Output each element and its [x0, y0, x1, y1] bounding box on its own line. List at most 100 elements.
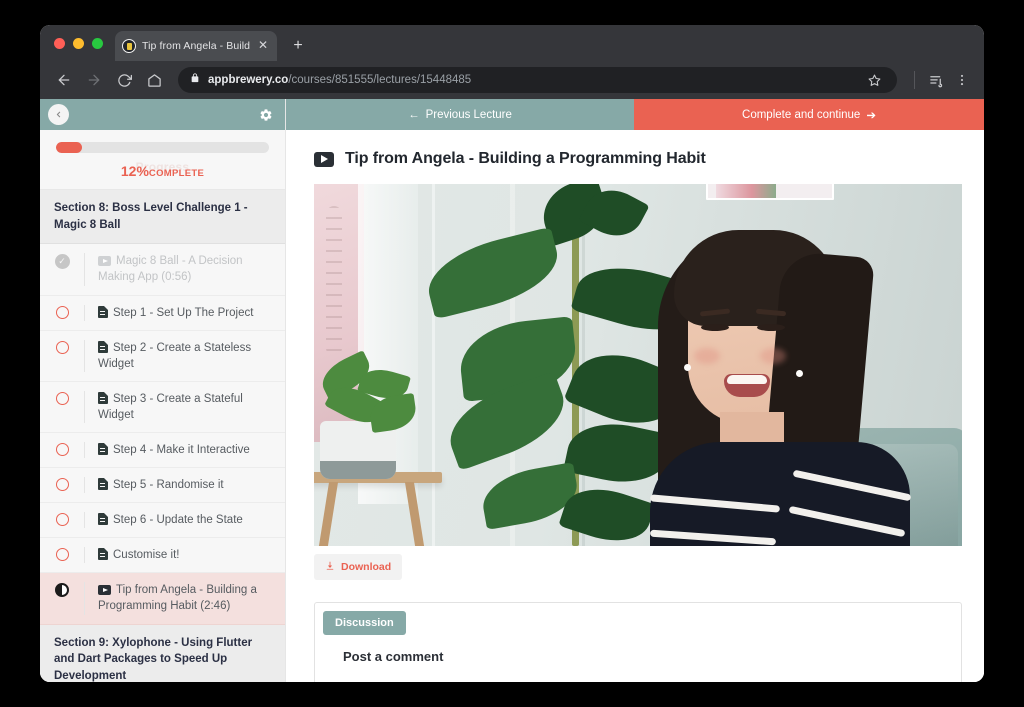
lecture-list-item[interactable]: Step 6 - Update the State	[40, 503, 285, 538]
sidebar-header	[40, 99, 285, 130]
browser-tab-strip: Tip from Angela - Building a Prog ✕ +	[40, 25, 984, 61]
maximize-window-button[interactable]	[92, 38, 103, 49]
close-tab-icon[interactable]: ✕	[256, 39, 270, 53]
lecture-item-body: Customise it!	[84, 547, 275, 563]
progress-label: 12%COMPLETE	[56, 163, 269, 181]
reading-list-icon[interactable]	[924, 68, 948, 92]
lecture-list-item[interactable]: Step 4 - Make it Interactive	[40, 433, 285, 468]
close-window-button[interactable]	[54, 38, 65, 49]
lecture-list[interactable]: Section 8: Boss Level Challenge 1 - Magi…	[40, 190, 285, 682]
download-label: Download	[341, 561, 391, 573]
eye	[757, 324, 785, 331]
lecture-item-body: Tip from Angela - Building a Programming…	[84, 582, 275, 614]
lecture-status[interactable]	[40, 305, 84, 319]
wall-picture-frame	[706, 184, 834, 200]
url-domain: appbrewery.co	[208, 74, 288, 86]
lecture-item-label: Step 5 - Randomise it	[113, 479, 224, 491]
lecture-status[interactable]: ✓	[40, 253, 84, 269]
progress-percent: 12%	[121, 163, 149, 179]
lecture-item-label: Step 6 - Update the State	[113, 514, 243, 526]
lecture-list-item[interactable]: Customise it!	[40, 538, 285, 573]
sweater-stripe	[650, 530, 776, 546]
back-button[interactable]	[50, 66, 78, 94]
mouth	[724, 374, 770, 397]
lecture-nav-bar: ← Previous Lecture Complete and continue…	[286, 99, 984, 130]
lecture-list-item[interactable]: Step 1 - Set Up The Project	[40, 296, 285, 331]
eye	[701, 324, 729, 331]
lecture-list-item[interactable]: ✓Magic 8 Ball - A Decision Making App (0…	[40, 244, 285, 295]
browser-tab[interactable]: Tip from Angela - Building a Prog ✕	[115, 31, 277, 61]
home-button[interactable]	[140, 66, 168, 94]
doc-icon	[98, 548, 108, 560]
address-bar[interactable]: appbrewery.co/courses/851555/lectures/15…	[178, 67, 897, 93]
lecture-main: ← Previous Lecture Complete and continue…	[286, 99, 984, 682]
course-progress: Progress 12%COMPLETE	[40, 130, 285, 190]
lecture-status[interactable]	[40, 582, 84, 597]
cheek	[694, 348, 720, 364]
minimize-window-button[interactable]	[73, 38, 84, 49]
doc-icon	[98, 478, 108, 490]
progress-track	[56, 142, 269, 153]
section-header: Section 8: Boss Level Challenge 1 - Magi…	[40, 190, 285, 244]
lecture-body: Tip from Angela - Building a Programming…	[286, 130, 984, 682]
lecture-item-body: Magic 8 Ball - A Decision Making App (0:…	[84, 253, 275, 285]
lecture-status[interactable]	[40, 512, 84, 526]
empty-circle-icon	[56, 513, 69, 526]
lecture-list-item[interactable]: Step 2 - Create a Stateless Widget	[40, 331, 285, 382]
page-content: Progress 12%COMPLETE Section 8: Boss Lev…	[40, 99, 984, 682]
lecture-list-item[interactable]: Tip from Angela - Building a Programming…	[40, 573, 285, 624]
download-icon	[325, 560, 335, 574]
download-button[interactable]: Download	[314, 554, 402, 580]
progress-fill	[56, 142, 82, 153]
lecture-video-player[interactable]	[314, 184, 962, 546]
complete-and-continue-button[interactable]: Complete and continue ➔	[634, 99, 984, 130]
video-icon	[98, 256, 111, 266]
previous-lecture-button[interactable]: ← Previous Lecture	[286, 99, 634, 130]
new-tab-button[interactable]: +	[285, 33, 311, 59]
page-title: Tip from Angela - Building a Programming…	[345, 150, 706, 168]
empty-circle-icon	[56, 548, 69, 561]
doc-icon	[98, 513, 108, 525]
sidebar-back-button[interactable]	[48, 104, 69, 125]
lecture-status[interactable]	[40, 340, 84, 354]
lecture-status[interactable]	[40, 477, 84, 491]
lecture-item-label: Step 1 - Set Up The Project	[113, 307, 253, 319]
download-row: Download	[314, 546, 956, 580]
window-traffic-lights	[50, 25, 115, 61]
half-circle-icon	[55, 583, 69, 597]
empty-circle-icon	[56, 341, 69, 354]
browser-window: Tip from Angela - Building a Prog ✕ + ap…	[40, 25, 984, 682]
tab-title: Tip from Angela - Building a Prog	[142, 40, 250, 52]
empty-circle-icon	[56, 392, 69, 405]
chrome-menu-icon[interactable]	[950, 68, 974, 92]
lecture-item-body: Step 5 - Randomise it	[84, 477, 275, 493]
lecture-item-body: Step 1 - Set Up The Project	[84, 305, 275, 321]
lecture-list-item[interactable]: Step 5 - Randomise it	[40, 468, 285, 503]
lecture-item-body: Step 4 - Make it Interactive	[84, 442, 275, 458]
lecture-item-label: Step 2 - Create a Stateless Widget	[98, 342, 251, 370]
instructor-portrait	[644, 224, 944, 546]
url-path: /courses/851555/lectures/15448485	[288, 74, 471, 86]
previous-lecture-label: Previous Lecture	[426, 109, 512, 121]
wall-panel-1	[432, 184, 435, 546]
lecture-status[interactable]	[40, 442, 84, 456]
lecture-item-body: Step 6 - Update the State	[84, 512, 275, 528]
progress-complete-word: COMPLETE	[149, 168, 204, 179]
discussion-tab[interactable]: Discussion	[323, 611, 406, 635]
right-arrow-icon: ➔	[866, 108, 876, 122]
earring	[684, 364, 691, 371]
empty-circle-icon	[56, 443, 69, 456]
lecture-status[interactable]	[40, 547, 84, 561]
reload-button[interactable]	[110, 66, 138, 94]
lecture-list-item[interactable]: Step 3 - Create a Stateful Widget	[40, 382, 285, 433]
lecture-status[interactable]	[40, 391, 84, 405]
doc-icon	[98, 443, 108, 455]
forward-button[interactable]	[80, 66, 108, 94]
doc-icon	[98, 392, 108, 404]
cheek	[760, 348, 786, 364]
gear-icon[interactable]	[259, 108, 273, 122]
video-icon	[98, 585, 111, 595]
lecture-item-label: Customise it!	[113, 549, 179, 561]
bookmark-star-icon[interactable]	[863, 69, 885, 91]
empty-circle-icon	[56, 306, 69, 319]
